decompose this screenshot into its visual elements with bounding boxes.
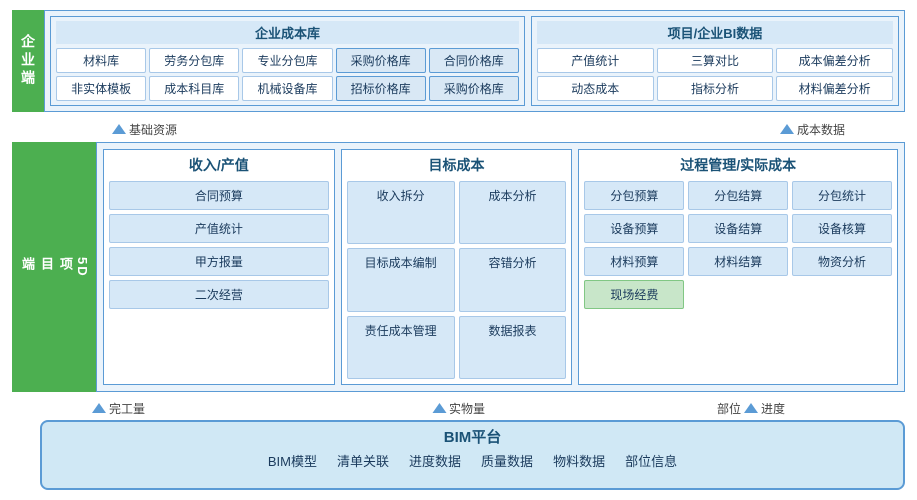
cost-lib-cell: 专业分包库 (242, 48, 332, 73)
arrow-up-icon (744, 403, 758, 413)
bim-item: 进度数据 (409, 451, 461, 470)
bi-data-section: 项目/企业BI数据 产值统计 三算对比 成本偏差分析 动态成本 指标分析 材料偏… (531, 16, 899, 106)
target-cost-item: 数据报表 (459, 316, 567, 379)
process-item: 材料结算 (688, 247, 788, 276)
bim-item: 物料数据 (553, 451, 605, 470)
target-cost-title: 目标成本 (347, 155, 567, 175)
completion-arrow: 完工量 (92, 400, 145, 417)
target-cost-panel: 目标成本 收入拆分 成本分析 目标成本编制 容错分析 责任成本管理 数据报表 (341, 149, 573, 385)
target-cost-grid: 收入拆分 成本分析 目标成本编制 容错分析 责任成本管理 数据报表 (347, 181, 567, 379)
enterprise-label: 企业端 (12, 10, 44, 112)
process-item: 分包预算 (584, 181, 684, 210)
bim-platform: BIM平台 BIM模型 清单关联 进度数据 质量数据 物料数据 部位信息 (40, 420, 905, 490)
bi-cell: 产值统计 (537, 48, 654, 73)
bottom-arrow-row: 完工量 实物量 部位 进度 (12, 396, 905, 420)
process-item: 分包统计 (792, 181, 892, 210)
process-special-item: 现场经费 (584, 280, 684, 309)
cost-lib-cell: 采购价格库 (336, 48, 426, 73)
process-item: 设备核算 (792, 214, 892, 243)
basic-resource-arrow: 基础资源 (112, 121, 177, 138)
process-row1: 分包预算 分包结算 分包统计 (584, 181, 892, 210)
project-section: 5D 项 目 端 收入/产值 合同预算 产值统计 甲方报量 二次经营 目标成本 … (12, 142, 905, 392)
target-cost-item: 容错分析 (459, 248, 567, 311)
physical-arrow: 实物量 (432, 400, 485, 417)
process-title: 过程管理/实际成本 (584, 155, 892, 175)
arrow-up-icon (432, 403, 446, 413)
enterprise-section: 企业端 企业成本库 材料库 劳务分包库 专业分包库 采购价格库 合同价格库 非实… (12, 10, 905, 112)
cost-lib-cell: 合同价格库 (429, 48, 519, 73)
cost-lib-cell: 招标价格库 (336, 76, 426, 101)
income-item: 二次经营 (109, 280, 329, 309)
arrow-up-icon (780, 124, 794, 134)
cost-library-title: 企业成本库 (56, 21, 519, 44)
cost-lib-cell: 劳务分包库 (149, 48, 239, 73)
project-label: 5D 项 目 端 (12, 142, 96, 392)
cost-lib-cell: 成本科目库 (149, 76, 239, 101)
bi-cell: 成本偏差分析 (776, 48, 893, 73)
income-title: 收入/产值 (109, 155, 329, 175)
project-content: 收入/产值 合同预算 产值统计 甲方报量 二次经营 目标成本 收入拆分 成本分析… (96, 142, 905, 392)
process-panel: 过程管理/实际成本 分包预算 分包结算 分包统计 设备预算 设备结算 设备核算 … (578, 149, 898, 385)
cost-lib-cell: 机械设备库 (242, 76, 332, 101)
income-items: 合同预算 产值统计 甲方报量 二次经营 (109, 181, 329, 379)
process-row2: 设备预算 设备结算 设备核算 (584, 214, 892, 243)
bi-cell: 材料偏差分析 (776, 76, 893, 101)
bi-cell: 动态成本 (537, 76, 654, 101)
arrow-row-top: 基础资源 成本数据 (12, 118, 905, 140)
bim-title: BIM平台 (444, 426, 502, 447)
process-item: 材料预算 (584, 247, 684, 276)
cost-library-section: 企业成本库 材料库 劳务分包库 专业分包库 采购价格库 合同价格库 非实体模板 … (50, 16, 525, 106)
bim-item: BIM模型 (268, 451, 317, 470)
bim-spacer (12, 420, 40, 490)
bim-items: BIM模型 清单关联 进度数据 质量数据 物料数据 部位信息 (268, 451, 677, 470)
process-item: 物资分析 (792, 247, 892, 276)
arrow-up-icon (92, 403, 106, 413)
cost-lib-cell: 采购价格库 (429, 76, 519, 101)
process-item: 分包结算 (688, 181, 788, 210)
process-item: 设备预算 (584, 214, 684, 243)
process-item: 设备结算 (688, 214, 788, 243)
bim-item: 质量数据 (481, 451, 533, 470)
department-arrow: 部位 进度 (717, 400, 785, 417)
cost-lib-cell: 非实体模板 (56, 76, 146, 101)
target-cost-item: 目标成本编制 (347, 248, 455, 311)
target-cost-item: 成本分析 (459, 181, 567, 244)
bim-item: 部位信息 (625, 451, 677, 470)
cost-data-arrow: 成本数据 (780, 121, 845, 138)
income-item: 甲方报量 (109, 247, 329, 276)
process-row3: 材料预算 材料结算 物资分析 (584, 247, 892, 276)
income-item: 合同预算 (109, 181, 329, 210)
arrow-up-icon (112, 124, 126, 134)
target-cost-item: 责任成本管理 (347, 316, 455, 379)
bim-item: 清单关联 (337, 451, 389, 470)
income-item: 产值统计 (109, 214, 329, 243)
bi-data-title: 项目/企业BI数据 (537, 21, 893, 44)
target-cost-item: 收入拆分 (347, 181, 455, 244)
cost-lib-cell: 材料库 (56, 48, 146, 73)
bi-cell: 三算对比 (657, 48, 774, 73)
bi-cell: 指标分析 (657, 76, 774, 101)
bim-section: BIM平台 BIM模型 清单关联 进度数据 质量数据 物料数据 部位信息 (12, 420, 905, 490)
income-panel: 收入/产值 合同预算 产值统计 甲方报量 二次经营 (103, 149, 335, 385)
